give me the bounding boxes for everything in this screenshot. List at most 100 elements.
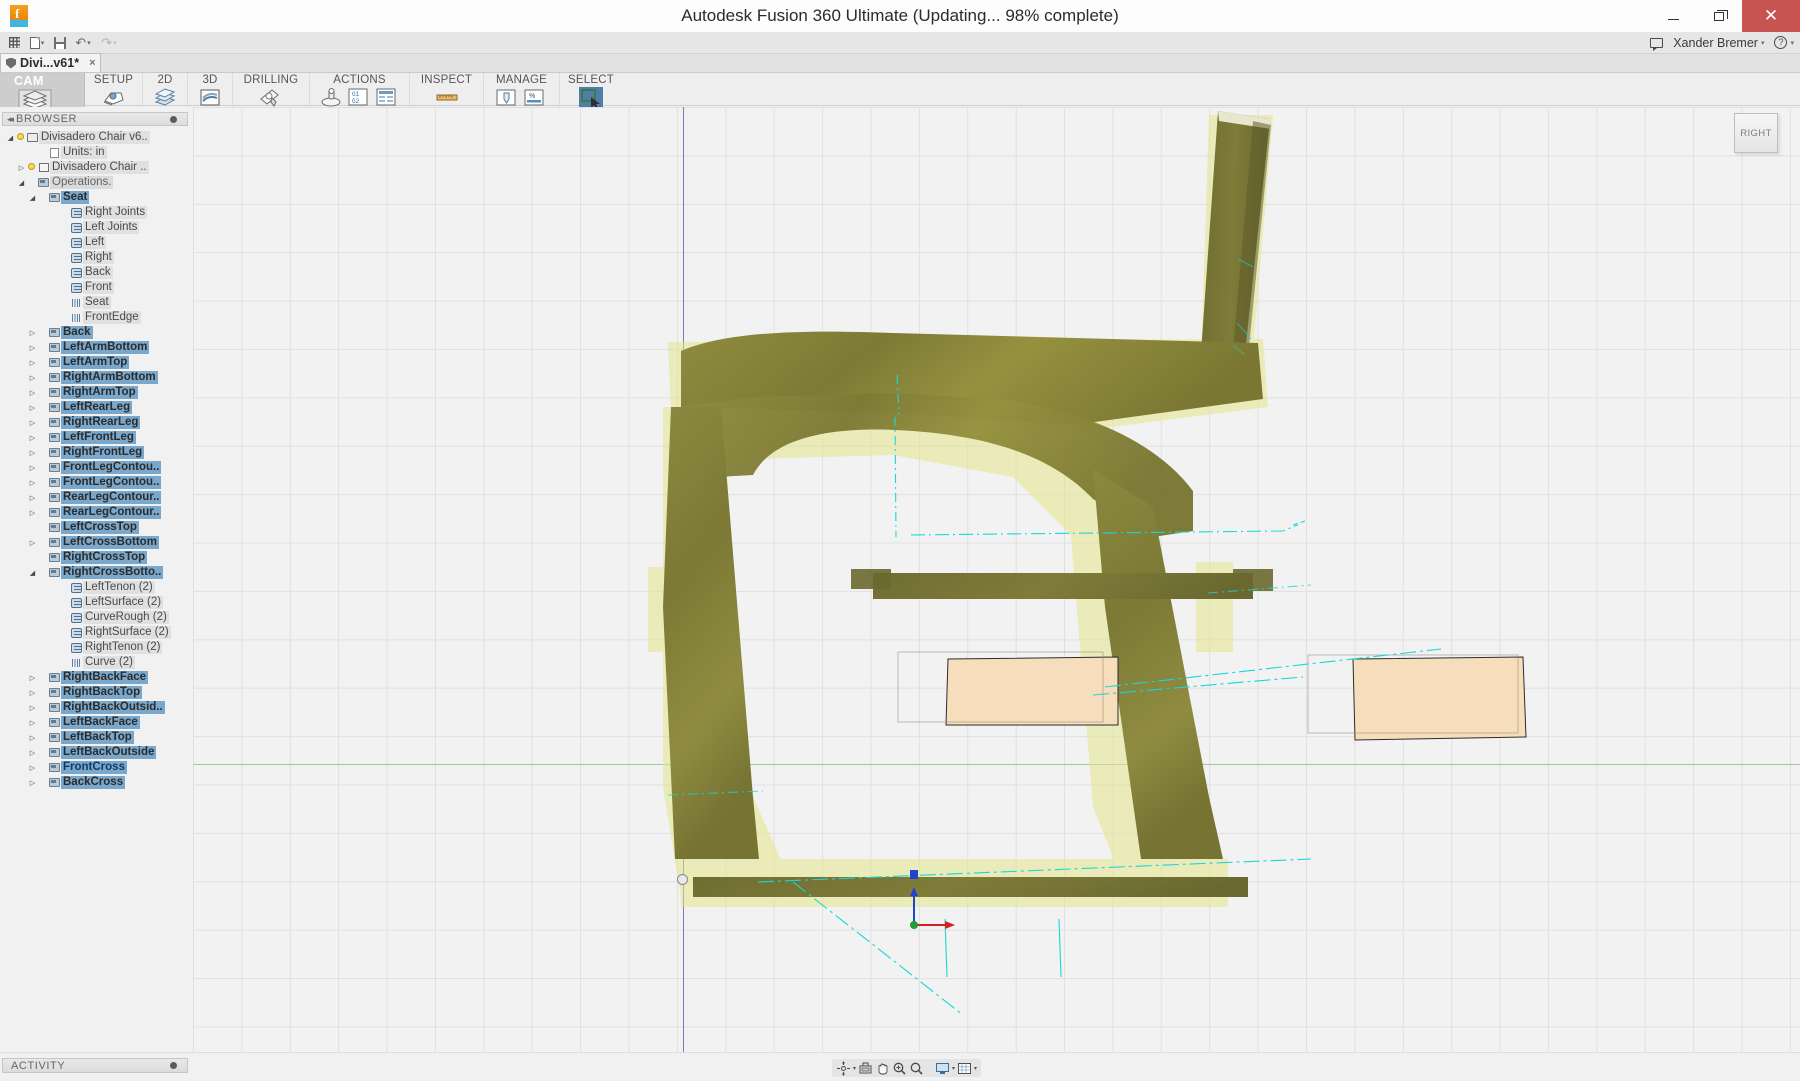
expand-toggle-icon[interactable]: ▷ xyxy=(28,674,37,682)
new-document-icon[interactable]: ▾ xyxy=(24,33,50,53)
expand-toggle-icon[interactable]: ▷ xyxy=(28,404,37,412)
tree-item[interactable]: ▷ FrontCross xyxy=(0,760,193,775)
expand-toggle-icon[interactable]: ◢ xyxy=(28,569,37,577)
grid-chevron-icon[interactable]: ▾ xyxy=(974,1065,977,1072)
tree-item[interactable]: Left Joints xyxy=(0,220,193,235)
tree-item[interactable]: Left xyxy=(0,235,193,250)
expand-toggle-icon[interactable]: ▷ xyxy=(28,689,37,697)
simulate-icon[interactable] xyxy=(319,87,345,109)
close-icon[interactable]: × xyxy=(89,57,95,69)
measure-icon[interactable] xyxy=(434,87,460,109)
orbit-icon[interactable] xyxy=(836,1060,851,1076)
tree-item[interactable]: Right xyxy=(0,250,193,265)
collapse-panel-icon[interactable]: ◂◂ xyxy=(7,114,14,125)
tree-item[interactable]: ▷ Back xyxy=(0,325,193,340)
tree-item[interactable]: Seat xyxy=(0,295,193,310)
expand-toggle-icon[interactable]: ▷ xyxy=(28,719,37,727)
expand-toggle-icon[interactable]: ▷ xyxy=(28,449,37,457)
tree-item[interactable]: Front xyxy=(0,280,193,295)
help-icon[interactable]: ? xyxy=(1774,36,1788,49)
tree-item[interactable]: ▷ LeftBackTop xyxy=(0,730,193,745)
tree-item[interactable]: ▷ BackCross xyxy=(0,775,193,790)
tree-item[interactable]: LeftTenon (2) xyxy=(0,580,193,595)
expand-toggle-icon[interactable]: ▷ xyxy=(28,389,37,397)
drilling-icon[interactable] xyxy=(258,87,284,109)
tree-item[interactable]: ▷ RightBackTop xyxy=(0,685,193,700)
tree-item[interactable]: ▷ RearLegContour.. xyxy=(0,490,193,505)
close-button[interactable]: ✕ xyxy=(1742,0,1800,32)
expand-toggle-icon[interactable]: ▷ xyxy=(28,419,37,427)
tree-item[interactable]: ▷ LeftBackFace xyxy=(0,715,193,730)
tree-item[interactable]: CurveRough (2) xyxy=(0,610,193,625)
save-icon[interactable] xyxy=(50,33,70,53)
tree-item[interactable]: Units: in xyxy=(0,145,193,160)
tree-item[interactable]: ◢ Divisadero Chair v6.. xyxy=(0,130,193,145)
tree-item[interactable]: Back xyxy=(0,265,193,280)
user-name[interactable]: Xander Bremer xyxy=(1673,36,1758,50)
tree-item[interactable]: ▷ FrontLegContou.. xyxy=(0,460,193,475)
expand-toggle-icon[interactable]: ▷ xyxy=(28,344,37,352)
display-settings-icon[interactable] xyxy=(935,1061,950,1076)
expand-toggle-icon[interactable]: ▷ xyxy=(28,749,37,757)
tree-item[interactable]: ▷ LeftFrontLeg xyxy=(0,430,193,445)
tree-item[interactable]: LeftSurface (2) xyxy=(0,595,193,610)
expand-toggle-icon[interactable]: ▷ xyxy=(28,704,37,712)
tree-item[interactable]: Right Joints xyxy=(0,205,193,220)
expand-toggle-icon[interactable]: ▷ xyxy=(28,359,37,367)
minimize-button[interactable] xyxy=(1650,0,1696,32)
maximize-button[interactable] xyxy=(1696,0,1742,32)
tree-item[interactable]: LeftCrossTop xyxy=(0,520,193,535)
tree-item[interactable]: ▷ Divisadero Chair .. xyxy=(0,160,193,175)
tree-item[interactable]: ▷ LeftRearLeg xyxy=(0,400,193,415)
g-code-icon[interactable]: G1 G2 xyxy=(347,87,373,109)
expand-toggle-icon[interactable]: ▷ xyxy=(28,374,37,382)
activity-options-icon[interactable] xyxy=(170,1062,177,1069)
tree-item[interactable]: ▷ FrontLegContou.. xyxy=(0,475,193,490)
expand-toggle-icon[interactable]: ▷ xyxy=(28,434,37,442)
tree-item[interactable]: ▷ RightArmBottom xyxy=(0,370,193,385)
fit-icon[interactable] xyxy=(909,1061,924,1076)
tree-item[interactable]: ◢ RightCrossBotto.. xyxy=(0,565,193,580)
tool-library-icon[interactable] xyxy=(495,87,521,109)
expand-toggle-icon[interactable]: ▷ xyxy=(17,164,26,172)
expand-toggle-icon[interactable]: ▷ xyxy=(28,509,37,517)
tree-item[interactable]: RightTenon (2) xyxy=(0,640,193,655)
setup-icon[interactable] xyxy=(101,87,127,109)
grid-icon[interactable] xyxy=(4,33,24,53)
visibility-bulb-icon[interactable] xyxy=(26,162,37,173)
expand-toggle-icon[interactable]: ◢ xyxy=(28,194,37,202)
expand-toggle-icon[interactable]: ▷ xyxy=(28,494,37,502)
chat-icon[interactable] xyxy=(1650,37,1664,51)
tree-item[interactable]: RightCrossTop xyxy=(0,550,193,565)
tree-item[interactable]: ▷ RightRearLeg xyxy=(0,415,193,430)
grid-snaps-icon[interactable] xyxy=(957,1061,972,1076)
setup-sheet-icon[interactable] xyxy=(375,87,401,109)
view-cube[interactable]: RIGHT xyxy=(1734,113,1778,153)
chevron-down-icon[interactable]: ▾ xyxy=(1761,39,1765,47)
expand-toggle-icon[interactable]: ▷ xyxy=(28,464,37,472)
tree-item[interactable]: ▷ LeftArmTop xyxy=(0,355,193,370)
activity-panel-header[interactable]: ACTIVITY xyxy=(2,1058,188,1073)
select-cursor-icon[interactable] xyxy=(579,87,603,109)
tree-item[interactable]: Curve (2) xyxy=(0,655,193,670)
expand-toggle-icon[interactable]: ▷ xyxy=(28,734,37,742)
expand-toggle-icon[interactable]: ◢ xyxy=(6,134,15,142)
tree-item[interactable]: ▷ RightFrontLeg xyxy=(0,445,193,460)
3d-toolpath-icon[interactable] xyxy=(197,87,223,109)
tree-item[interactable]: ▷ LeftCrossBottom xyxy=(0,535,193,550)
tree-item[interactable]: ◢ Seat xyxy=(0,190,193,205)
divisadero-chair-model[interactable] xyxy=(193,107,1800,1052)
expand-toggle-icon[interactable]: ◢ xyxy=(17,179,26,187)
document-tab[interactable]: Divi...v61* × xyxy=(0,53,101,72)
expand-toggle-icon[interactable]: ▷ xyxy=(28,329,37,337)
tree-item[interactable]: ▷ LeftBackOutside xyxy=(0,745,193,760)
redo-icon[interactable]: ↷ ▾ xyxy=(96,33,122,53)
tree-item[interactable]: FrontEdge xyxy=(0,310,193,325)
help-chevron-icon[interactable]: ▾ xyxy=(1790,39,1794,47)
tree-item[interactable]: RightSurface (2) xyxy=(0,625,193,640)
2d-toolpath-icon[interactable] xyxy=(152,87,178,109)
tree-item[interactable]: ▷ RearLegContour.. xyxy=(0,505,193,520)
expand-toggle-icon[interactable]: ▷ xyxy=(28,479,37,487)
tree-item[interactable]: ▷ RightArmTop xyxy=(0,385,193,400)
expand-toggle-icon[interactable]: ▷ xyxy=(28,764,37,772)
